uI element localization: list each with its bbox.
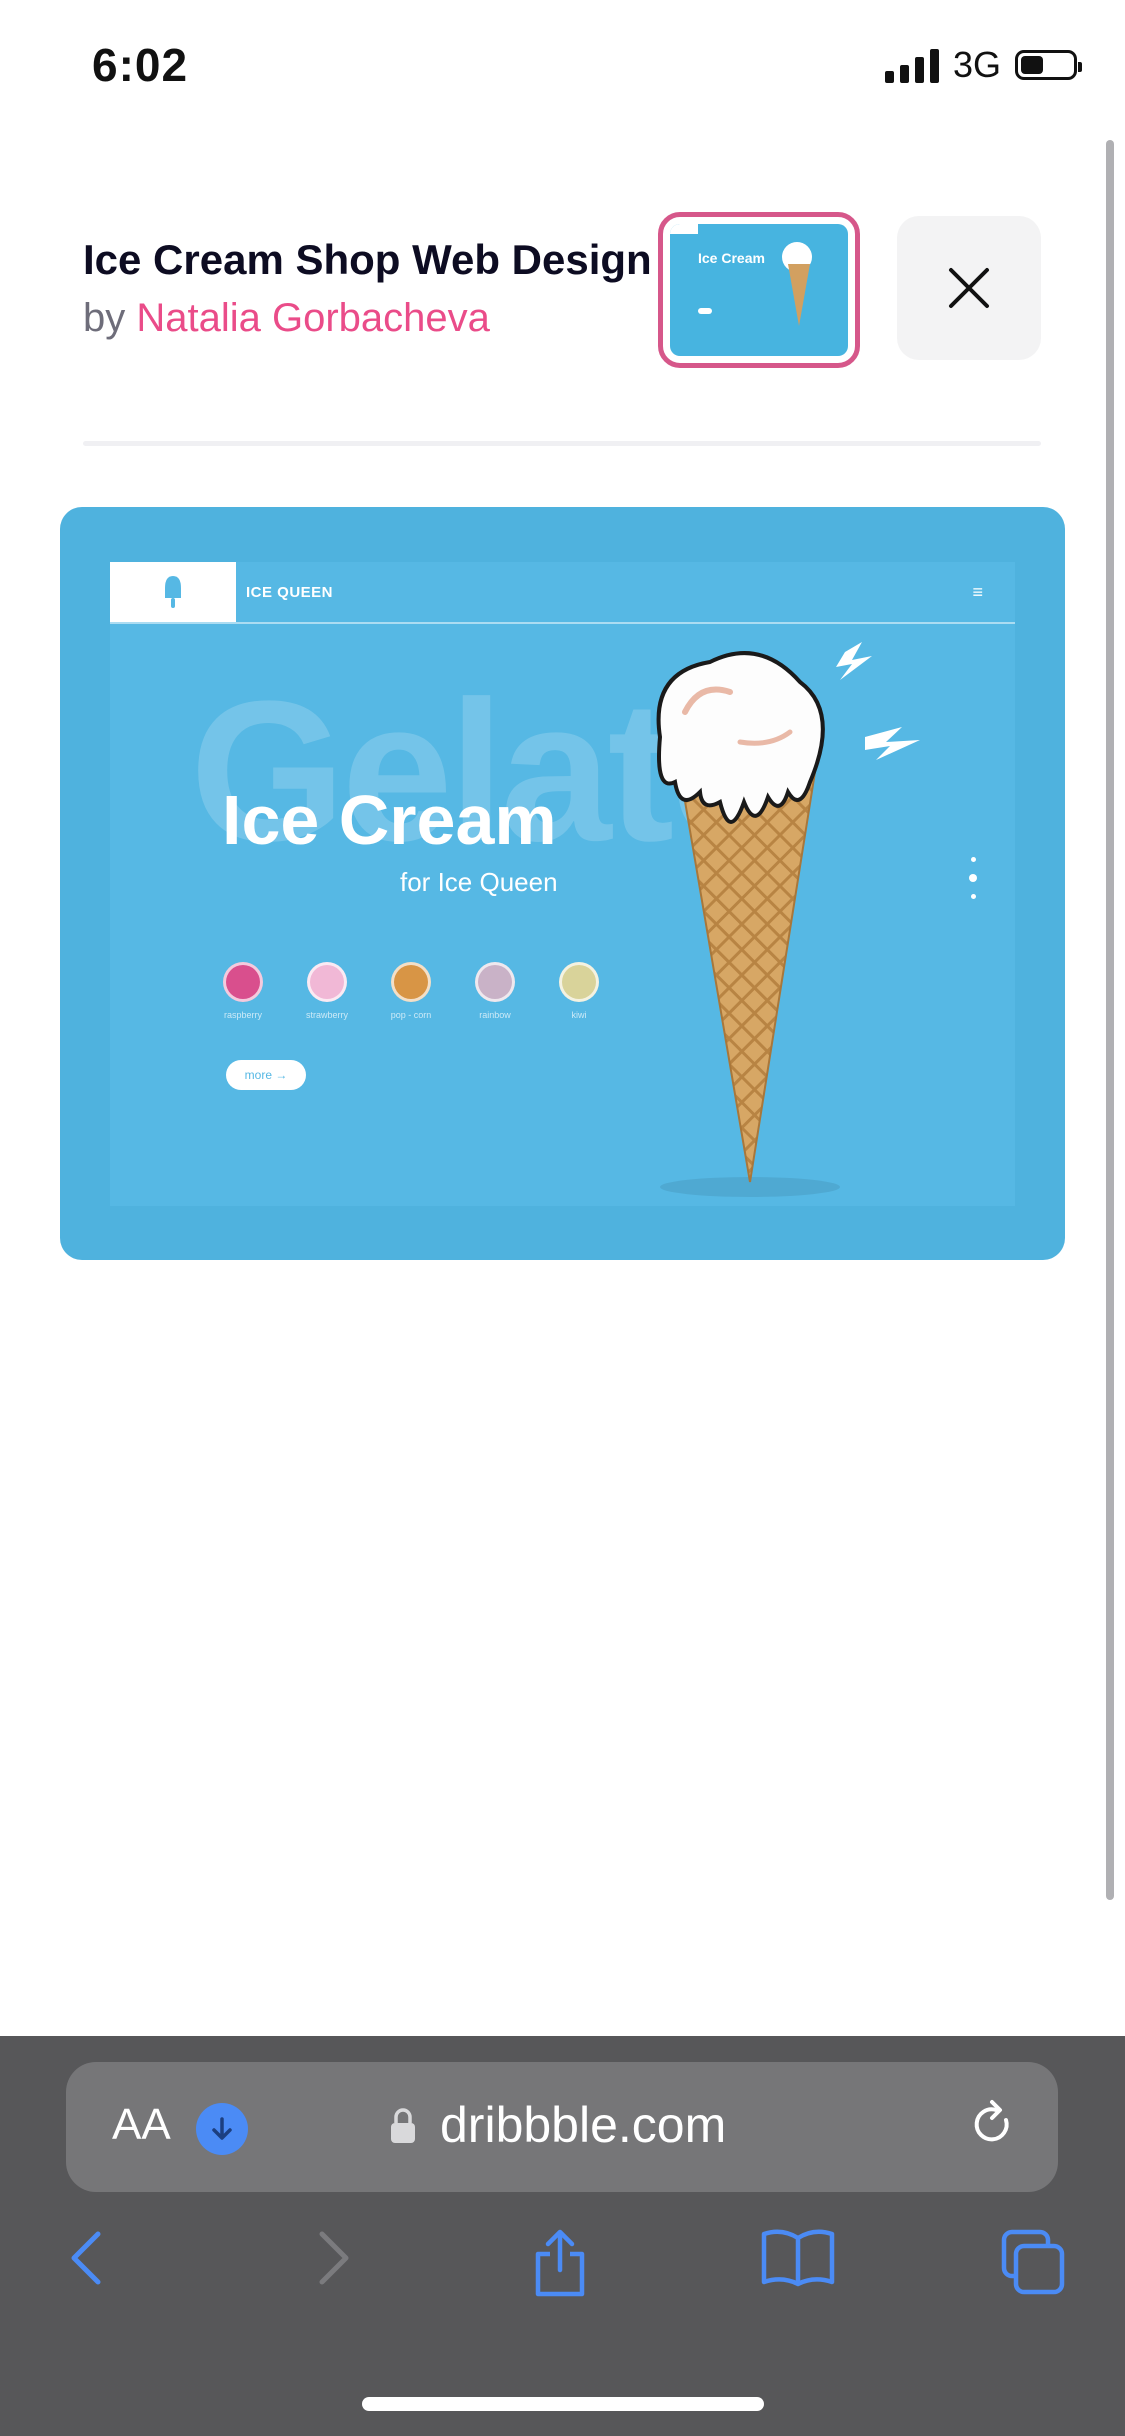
mock-flavor-item: strawberry [306, 962, 348, 1020]
mock-menu-icon: ≡ [972, 582, 983, 602]
mock-flavor-list: raspberry strawberry pop - corn rainbow kiwi [222, 962, 600, 1020]
bookmarks-icon[interactable] [760, 2228, 836, 2288]
shot-image: ICE QUEEN ≡ Gelato Ice Cream for Ice Que… [110, 562, 1015, 1206]
tabs-icon[interactable] [998, 2228, 1068, 2298]
close-button[interactable] [897, 216, 1041, 360]
flavor-label: rainbow [479, 1010, 511, 1020]
byline: by Natalia Gorbacheva [83, 296, 490, 341]
flavor-swatch [391, 962, 431, 1002]
network-type: 3G [952, 44, 1001, 85]
flavor-label: raspberry [223, 1010, 262, 1020]
mock-logo [110, 562, 236, 622]
mock-flavor-item: rainbow [474, 962, 516, 1020]
lock-icon [391, 2108, 415, 2143]
flavor-swatch [475, 962, 515, 1002]
author-link[interactable]: Natalia Gorbacheva [136, 296, 490, 340]
mock-headline: Ice Cream [222, 781, 557, 859]
text-size-button[interactable]: AA [112, 2100, 171, 2150]
header-divider [83, 441, 1041, 446]
reload-icon[interactable] [966, 2098, 1018, 2150]
battery-icon [1015, 50, 1082, 80]
status-indicators: 3G [884, 44, 1082, 86]
thumbnail-headline: Ice Cream [698, 250, 765, 266]
download-arrow-icon [212, 2117, 232, 2140]
shot-thumbnail[interactable]: Ice Cream [658, 212, 860, 368]
scrollbar[interactable] [1106, 140, 1114, 1900]
share-icon[interactable] [530, 2228, 590, 2298]
mock-subheadline: for Ice Queen [400, 867, 558, 897]
flavor-swatch [307, 962, 347, 1002]
downloads-button[interactable] [196, 2103, 248, 2155]
byline-prefix: by [83, 296, 126, 340]
shot-title: Ice Cream Shop Web Design [83, 236, 652, 283]
mock-navbar: ICE QUEEN ≡ [110, 562, 1015, 624]
mock-flavor-item: pop - corn [390, 962, 432, 1020]
url-text[interactable]: dribbble.com [440, 2096, 726, 2154]
flavor-swatch [559, 962, 599, 1002]
forward-icon[interactable] [310, 2228, 354, 2288]
popsicle-icon [165, 576, 181, 608]
flavor-swatch [223, 962, 263, 1002]
back-icon[interactable] [66, 2228, 110, 2288]
mock-flavor-item: kiwi [558, 962, 600, 1020]
flavor-label: pop - corn [390, 1010, 432, 1020]
status-time: 6:02 [92, 39, 189, 91]
home-indicator[interactable] [362, 2397, 764, 2411]
mock-flavor-item: raspberry [222, 962, 264, 1020]
flavor-label: strawberry [306, 1010, 349, 1020]
close-icon [949, 268, 989, 308]
mock-brand-name: ICE QUEEN [246, 584, 334, 601]
mock-more-button: more → [226, 1060, 306, 1090]
flavor-label: kiwi [571, 1010, 587, 1020]
signal-icon [884, 47, 939, 83]
ice-cream-cone-illustration [656, 642, 920, 1197]
